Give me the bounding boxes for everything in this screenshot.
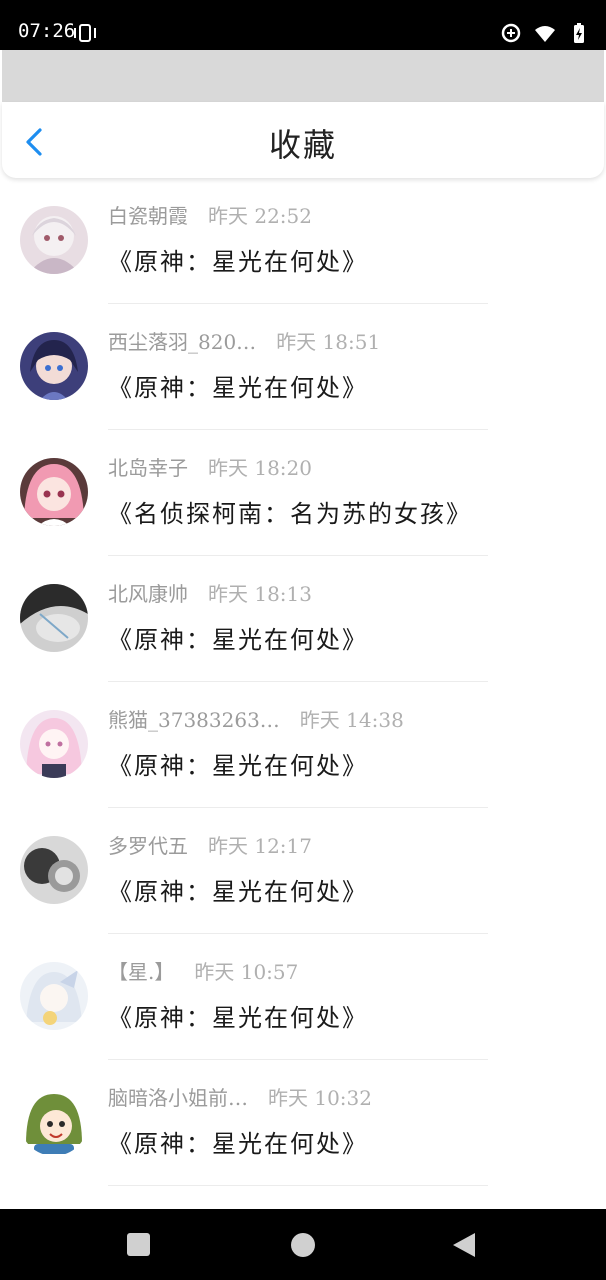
story-title[interactable]: 《名侦探柯南：名为苏的女孩》 (108, 494, 472, 529)
meta-line: 西尘落羽_820… 昨天 18:51 (108, 326, 380, 355)
battery-charging-icon (574, 23, 584, 43)
story-title[interactable]: 《原神：星光在何处》 (108, 998, 368, 1033)
timestamp: 昨天 10:32 (268, 1086, 372, 1110)
list-item[interactable]: 多罗代五 昨天 12:17 《原神：星光在何处》 (0, 808, 606, 934)
list-item[interactable]: 北岛幸子 昨天 18:20 《名侦探柯南：名为苏的女孩》 (0, 430, 606, 556)
username[interactable]: 北岛幸子 (108, 456, 188, 480)
list-item[interactable]: 北风康帅 昨天 18:13 《原神：星光在何处》 (0, 556, 606, 682)
favorites-list: 白瓷朝霞 昨天 22:52 《原神：星光在何处》 西尘落羽_820… 昨天 18:5… (0, 178, 606, 1186)
timestamp: 昨天 18:51 (276, 330, 381, 354)
list-item[interactable]: 熊猫_37383263… 昨天 14:38 《原神：星光在何处》 (0, 682, 606, 808)
username[interactable]: 脑暗洛小姐前… (108, 1086, 248, 1110)
story-title[interactable]: 《原神：星光在何处》 (108, 368, 368, 403)
status-icons (500, 22, 590, 44)
avatar[interactable] (20, 836, 88, 904)
list-item[interactable]: 脑暗洛小姐前… 昨天 10:32 《原神：星光在何处》 (0, 1060, 606, 1186)
username[interactable]: 北风康帅 (108, 582, 188, 606)
avatar[interactable] (20, 206, 88, 274)
wifi-icon (535, 26, 555, 42)
meta-line: 白瓷朝霞 昨天 22:52 (108, 200, 312, 229)
timestamp: 昨天 22:52 (208, 204, 312, 228)
avatar[interactable] (20, 962, 88, 1030)
username[interactable]: 西尘落羽_820… (108, 330, 256, 354)
list-item[interactable]: 【星.】 昨天 10:57 《原神：星光在何处》 (0, 934, 606, 1060)
username[interactable]: 白瓷朝霞 (108, 204, 188, 228)
story-title[interactable]: 《原神：星光在何处》 (108, 746, 368, 781)
divider (108, 1185, 488, 1186)
story-title[interactable]: 《原神：星光在何处》 (108, 620, 368, 655)
meta-line: 北岛幸子 昨天 18:20 (108, 452, 312, 481)
meta-line: 脑暗洛小姐前… 昨天 10:32 (108, 1082, 372, 1111)
recent-apps-icon[interactable] (127, 1233, 150, 1256)
vibrate-icon (74, 24, 96, 42)
status-bar: 07:26 (0, 0, 606, 50)
username[interactable]: 多罗代五 (108, 834, 188, 858)
timestamp: 昨天 14:38 (299, 708, 404, 732)
username[interactable]: 【星.】 (108, 960, 174, 984)
story-title[interactable]: 《原神：星光在何处》 (108, 242, 368, 277)
top-spacer (2, 50, 604, 102)
story-title[interactable]: 《原神：星光在何处》 (108, 1124, 368, 1159)
username[interactable]: 熊猫_37383263… (108, 708, 280, 732)
timestamp: 昨天 10:57 (194, 960, 299, 984)
meta-line: 熊猫_37383263… 昨天 14:38 (108, 704, 404, 733)
meta-line: 北风康帅 昨天 18:13 (108, 578, 312, 607)
story-title[interactable]: 《原神：星光在何处》 (108, 872, 368, 907)
list-item[interactable]: 白瓷朝霞 昨天 22:52 《原神：星光在何处》 (0, 178, 606, 304)
avatar[interactable] (20, 458, 88, 526)
meta-line: 多罗代五 昨天 12:17 (108, 830, 312, 859)
timestamp: 昨天 18:20 (208, 456, 312, 480)
avatar[interactable] (20, 1088, 88, 1156)
back-icon[interactable] (453, 1233, 475, 1257)
list-item[interactable]: 西尘落羽_820… 昨天 18:51 《原神：星光在何处》 (0, 304, 606, 430)
home-icon[interactable] (291, 1233, 315, 1257)
meta-line: 【星.】 昨天 10:57 (108, 956, 298, 985)
avatar[interactable] (20, 584, 88, 652)
avatar[interactable] (20, 710, 88, 778)
avatar[interactable] (20, 332, 88, 400)
timestamp: 昨天 12:17 (208, 834, 312, 858)
status-time: 07:26 (18, 20, 76, 42)
header-bar: 收藏 (2, 102, 604, 178)
page-title: 收藏 (268, 126, 337, 164)
timestamp: 昨天 18:13 (208, 582, 312, 606)
data-saver-icon (501, 23, 521, 43)
navigation-bar (0, 1209, 606, 1280)
